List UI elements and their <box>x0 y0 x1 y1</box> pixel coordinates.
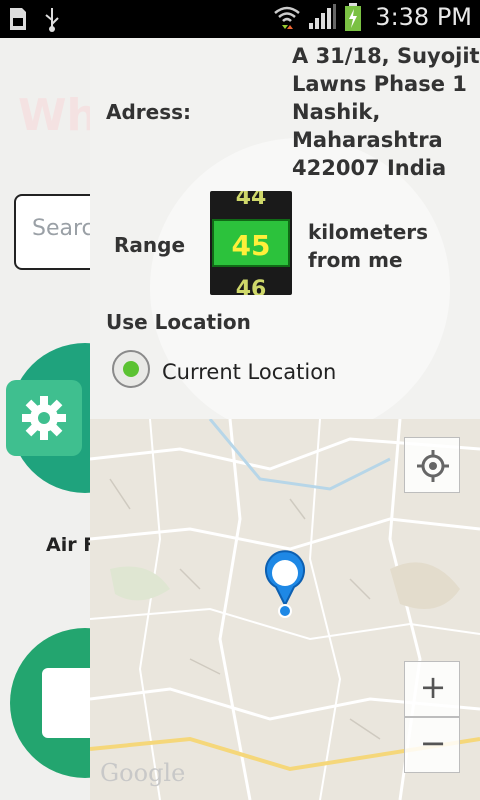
zoom-in-label: + <box>419 668 447 706</box>
current-location-radio[interactable] <box>112 350 150 388</box>
usb-icon <box>45 8 59 32</box>
wifi-icon <box>274 6 301 29</box>
radio-selected-dot <box>123 361 139 377</box>
address-value: A 31/18, Suyojit Lawns Phase 1 Nashik, M… <box>292 42 480 182</box>
map-view[interactable]: + − Google <box>90 419 480 800</box>
settings-shortcut[interactable] <box>6 380 82 456</box>
address-label: Adress: <box>106 100 192 124</box>
picker-current-text: 45 <box>231 229 271 262</box>
use-location-label: Use Location <box>106 310 251 334</box>
clock: 3:38 PM <box>375 3 472 31</box>
range-unit-line1: kilometers <box>308 220 429 244</box>
address-line: Nashik, <box>292 100 381 124</box>
range-unit-line2: from me <box>308 248 403 272</box>
picker-previous-value[interactable]: 44 <box>210 191 292 210</box>
battery-charging-icon <box>345 3 362 31</box>
current-location-label[interactable]: Current Location <box>162 360 336 384</box>
crosshair-icon <box>417 450 449 482</box>
status-bar: 3:38 PM <box>0 0 480 38</box>
address-line: A 31/18, Suyojit <box>292 44 480 68</box>
range-label: Range <box>114 233 186 257</box>
picker-next-value[interactable]: 46 <box>210 277 292 295</box>
background-app-label: Air F <box>46 534 97 556</box>
zoom-out-label: − <box>419 724 447 762</box>
map-attribution: Google <box>100 759 186 787</box>
location-pin-icon <box>265 550 305 618</box>
location-settings-panel: Adress: A 31/18, Suyojit Lawns Phase 1 N… <box>90 38 480 438</box>
my-location-button[interactable] <box>404 437 460 493</box>
sd-card-icon <box>10 8 26 30</box>
address-line: Maharashtra <box>292 128 443 152</box>
gear-icon <box>22 396 66 440</box>
address-line: Lawns Phase 1 <box>292 72 467 96</box>
background-heading: Wh <box>18 90 98 141</box>
picker-current-value[interactable]: 45 <box>212 219 290 267</box>
range-number-picker[interactable]: 44 45 46 <box>210 191 292 295</box>
search-placeholder: Searc <box>32 216 94 241</box>
address-line: 422007 India <box>292 156 447 180</box>
panel-glow <box>150 138 450 438</box>
signal-icon <box>309 4 337 29</box>
zoom-out-button[interactable]: − <box>404 717 460 773</box>
zoom-in-button[interactable]: + <box>404 661 460 717</box>
